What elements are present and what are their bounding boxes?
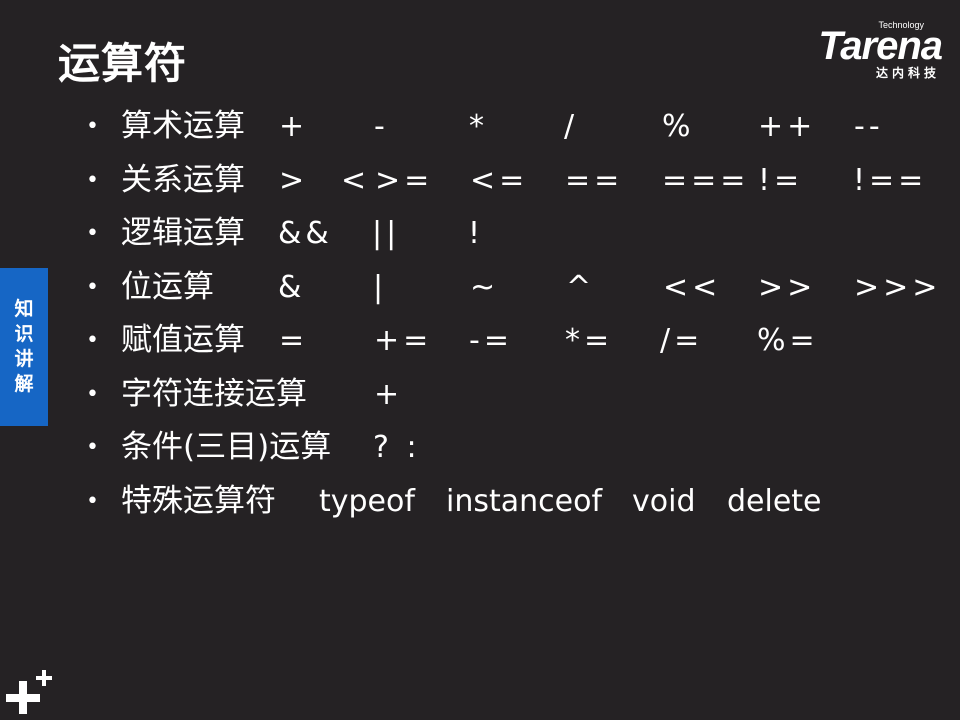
operator: /= [660,323,704,358]
row-label: 算术运算 [121,108,245,144]
operator: & [278,269,306,305]
tarena-logo: Technology Tarena 达内科技 [776,20,946,82]
operator: void [632,483,696,519]
row-label: 关系运算 [121,161,245,198]
operator: + [374,376,404,412]
list-item-bitwise: • 位运算 & | ~ ^ << >> >>> [86,261,946,315]
operator: === [662,162,750,198]
operator: - [374,109,389,144]
row-label: 逻辑运算 [121,215,245,251]
side-tab-knowledge: 知 识 讲 解 [0,268,48,426]
operator: ++ [758,109,817,144]
operator: ^ [566,269,596,305]
operator: -= [469,323,513,358]
operator: != [758,162,804,198]
bullet-icon: • [86,328,99,353]
operator: || [372,216,401,251]
operator: >> [758,269,817,305]
bullet-icon: • [86,221,99,246]
list-item-special: • 特殊运算符 typeof instanceof void delete [86,475,946,529]
bullet-icon: • [86,381,99,407]
operator: < [341,162,371,198]
operator: >= [375,162,434,198]
operator: ! [468,216,485,251]
operator: % [662,109,695,144]
bullet-icon: • [86,435,99,460]
operator: << [663,269,722,305]
bullet-icon: • [86,488,99,514]
slide-title: 运算符 [58,39,188,88]
operator: == [565,162,624,198]
operator: !== [853,162,928,198]
operator: delete [727,483,822,519]
side-tab-char: 知 [14,298,34,320]
operator: && [278,216,333,251]
list-item-relational: • 关系运算 > < >= <= == === != !== [86,154,946,208]
bullet-icon: • [86,167,99,193]
logo-wordmark: Tarena [818,24,943,68]
logo-subtitle: 达内科技 [875,66,940,80]
operator: *= [565,323,614,358]
operator: | [373,269,388,305]
list-item-arithmetic: • 算术运算 + - * / % ++ -- [86,100,946,154]
operator: += [374,323,433,358]
bullet-icon: • [86,114,99,139]
list-item-assignment: • 赋值运算 = += -= *= /= %= [86,314,946,368]
side-tab-char: 解 [14,373,34,395]
operator: >>> [854,269,942,305]
operator: + [279,109,309,144]
side-tab-char: 讲 [14,348,34,370]
row-label: 赋值运算 [121,322,245,358]
operator: * [469,109,488,144]
operator: <= [470,162,529,198]
operator: instanceof [446,483,603,519]
row-label: 条件(三目)运算 [121,429,332,465]
operator: -- [854,109,884,144]
operator: = [279,323,309,358]
side-tab-char: 识 [14,323,34,345]
list-item-logical: • 逻辑运算 && || ! [86,207,946,261]
operator: / [564,109,579,144]
row-label: 特殊运算符 [121,482,276,519]
list-item-concat: • 字符连接运算 + [86,368,946,422]
operator: %= [757,323,819,358]
bullet-icon: • [86,274,99,300]
plus-decoration-icon [6,670,52,714]
operator: ~ [470,269,500,305]
operator-list: • 算术运算 + - * / % ++ -- • 关系运算 > < >= <= … [86,100,946,528]
operator: ? : [373,430,421,465]
operator: typeof [319,483,415,519]
list-item-ternary: • 条件(三目)运算 ? : [86,421,946,475]
row-label: 位运算 [121,268,214,305]
operator: > [279,162,309,198]
row-label: 字符连接运算 [121,375,307,412]
